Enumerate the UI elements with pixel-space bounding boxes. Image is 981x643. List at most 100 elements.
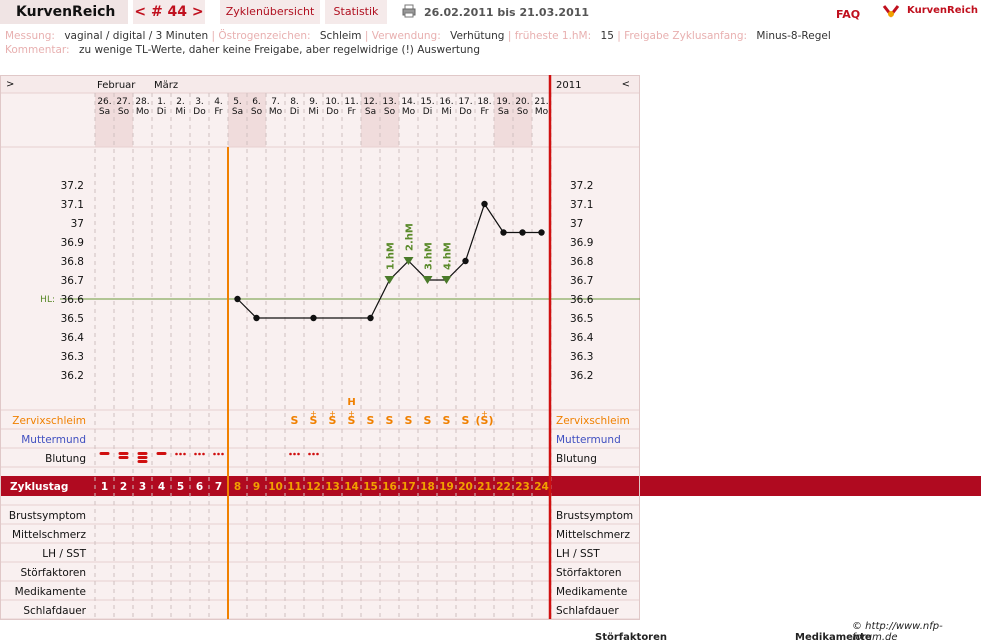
day-number: 1.: [157, 97, 166, 107]
row-label-lh: LH / SST: [42, 548, 86, 560]
temperature-point: [519, 229, 526, 236]
day-number: 13.: [382, 97, 396, 107]
bleeding-dot: [213, 452, 216, 456]
bleeding-dot: [202, 452, 205, 456]
bleeding-dot: [312, 452, 315, 456]
cervix-plus: +: [329, 409, 336, 418]
bleeding-dot: [289, 452, 292, 456]
bleeding-dot: [198, 452, 201, 456]
y-tick-left: 37.1: [61, 199, 84, 211]
cervix-mark: S: [424, 414, 432, 427]
row-label-schlaf-right: Schlafdauer: [556, 605, 619, 617]
cycle-day-number: 4: [158, 481, 165, 493]
cervix-extra-mark: H: [347, 397, 355, 408]
scroll-left-arrow: >: [6, 79, 14, 90]
row-label-brust-right: Brustsymptom: [556, 510, 633, 522]
cervix-mark: S: [405, 414, 413, 427]
temperature-point: [234, 295, 241, 303]
y-tick-right: 36.8: [570, 256, 593, 268]
row-label-stoer-right: Störfaktoren: [556, 567, 621, 579]
y-tick-left: 36.4: [61, 332, 85, 344]
month-row-background: [0, 75, 640, 93]
cycle-day-number: 11: [287, 481, 302, 493]
bottom-legend-stoerfaktoren: Störfaktoren: [595, 632, 668, 643]
weekday-label: Di: [423, 107, 432, 117]
day-number: 10.: [325, 97, 339, 107]
cycle-day-number: 17: [401, 481, 416, 493]
weekday-label: Fr: [347, 107, 356, 117]
bleeding-dot: [183, 452, 186, 456]
hm-label: 1.hM: [386, 242, 397, 270]
weekday-label: Sa: [232, 107, 243, 117]
weekday-label: Mo: [269, 107, 283, 117]
cycle-day-number: 12: [306, 481, 321, 493]
weekday-label: So: [517, 107, 529, 117]
cycle-day-number: 14: [344, 481, 359, 493]
cycle-day-number: 2: [120, 481, 127, 493]
temperature-point: [367, 314, 374, 322]
cervix-plus: +: [310, 409, 317, 418]
weekday-label: Do: [193, 107, 206, 117]
cervix-mark: S: [462, 414, 470, 427]
weekday-label: Di: [290, 107, 299, 117]
y-tick-left: 36.6: [61, 294, 85, 306]
bleeding-dot: [217, 452, 220, 456]
y-tick-right: 36.5: [570, 313, 593, 325]
day-number: 7.: [271, 97, 280, 107]
cervix-mark: S: [386, 414, 394, 427]
hm-label: 2.hM: [405, 223, 416, 251]
weekday-label: So: [384, 107, 396, 117]
day-number: 21.: [534, 97, 548, 107]
y-tick-right: 36.6: [570, 294, 594, 306]
cycle-day-number: 18: [420, 481, 435, 493]
month-label: Februar: [97, 80, 136, 91]
weekday-label: Di: [157, 107, 166, 117]
year-label: 2011: [556, 80, 581, 91]
weekday-label: Mi: [308, 107, 318, 117]
day-number: 3.: [195, 97, 204, 107]
y-tick-left: 36.2: [61, 370, 84, 382]
day-number: 5.: [233, 97, 242, 107]
cycle-day-number: 23: [515, 481, 530, 493]
row-label-brust: Brustsymptom: [9, 510, 86, 522]
cycle-day-number: 7: [215, 481, 222, 493]
y-tick-right: 37: [570, 218, 583, 230]
y-tick-left: 37.2: [61, 180, 84, 192]
bleeding-dot: [175, 452, 178, 456]
bleeding-dot: [316, 452, 319, 456]
y-tick-right: 36.4: [570, 332, 594, 344]
cycle-day-number: 8: [234, 481, 241, 493]
row-label-zervix-right: Zervixschleim: [556, 415, 630, 427]
row-label-mittel-right: Mittelschmerz: [556, 529, 630, 541]
row-label-stoer: Störfaktoren: [21, 567, 86, 579]
day-number: 12.: [363, 97, 377, 107]
chart-background: [0, 75, 640, 620]
row-label-muttermund: Muttermund: [21, 434, 86, 446]
row-label-lh-right: LH / SST: [556, 548, 600, 560]
cycle-day-number: 15: [363, 481, 378, 493]
temperature-point: [500, 229, 507, 236]
day-number: 26.: [97, 97, 111, 107]
bleeding-bar: [137, 452, 148, 455]
weekday-label: Mi: [441, 107, 451, 117]
y-tick-right: 37.1: [570, 199, 593, 211]
y-tick-left: 36.9: [61, 237, 84, 249]
weekday-label: Mo: [402, 107, 416, 117]
bleeding-dot: [221, 452, 224, 456]
row-label-zervix: Zervixschleim: [12, 415, 86, 427]
bleeding-bar: [99, 452, 110, 455]
row-label-mittel: Mittelschmerz: [12, 529, 86, 541]
bleeding-dot: [297, 452, 300, 456]
temperature-point: [538, 229, 545, 236]
bleeding-bar: [137, 460, 148, 463]
day-number: 15.: [420, 97, 434, 107]
month-label: März: [154, 80, 178, 91]
day-number: 6.: [252, 97, 261, 107]
hl-label: HL:: [40, 295, 55, 305]
day-number: 17.: [458, 97, 472, 107]
weekday-label: Fr: [214, 107, 223, 117]
cycle-day-number: 9: [253, 481, 260, 493]
cycle-day-number: 20: [458, 481, 473, 493]
row-label-zyklustag: Zyklustag: [10, 481, 68, 493]
cervix-mark: S: [367, 414, 375, 427]
